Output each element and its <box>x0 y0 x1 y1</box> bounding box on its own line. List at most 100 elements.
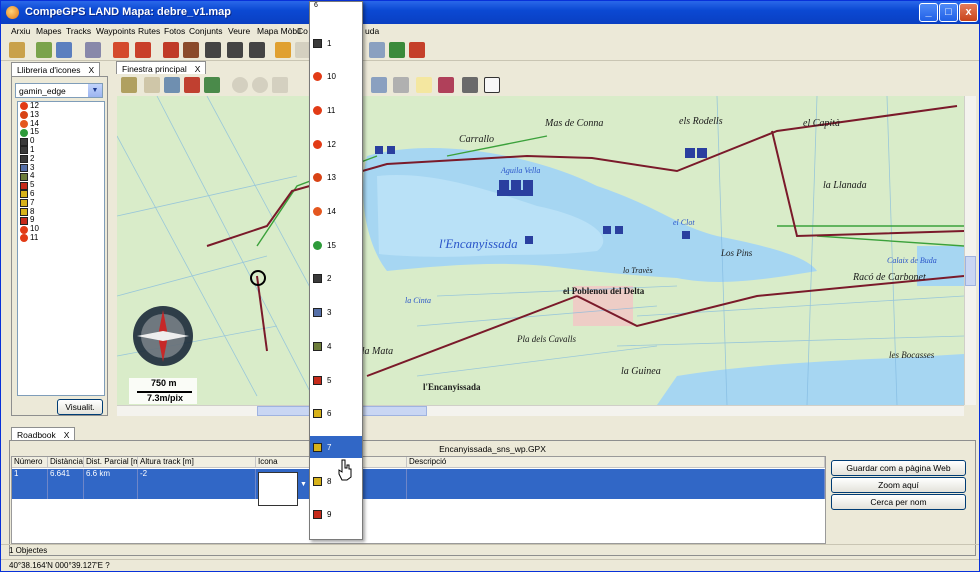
waypoint-symbol-icon <box>313 442 322 452</box>
route-icon[interactable] <box>163 42 179 58</box>
dropdown-item[interactable]: 8 <box>310 470 362 492</box>
track-send-icon[interactable] <box>409 42 425 58</box>
tab-main-window-close[interactable]: X <box>195 64 201 74</box>
open-icon[interactable] <box>9 42 25 58</box>
menu-waypoints[interactable]: Waypoints <box>96 26 135 36</box>
column-header[interactable]: Distància <box>48 457 84 468</box>
cell-descripcio[interactable] <box>407 469 825 499</box>
dropdown-item[interactable]: 3 <box>310 302 362 324</box>
dropdown-item[interactable]: 12 <box>310 133 362 155</box>
menu-tracks[interactable]: Tracks <box>66 26 91 36</box>
map-label: el Capità <box>803 118 840 129</box>
pause-icon[interactable] <box>249 42 265 58</box>
icon-combo[interactable] <box>258 472 298 506</box>
close-button[interactable]: x <box>959 3 978 22</box>
zoom-in-icon[interactable] <box>252 77 268 93</box>
dropdown-item[interactable]: 2 <box>310 268 362 290</box>
cell-icona[interactable]: ▼ <box>256 469 310 506</box>
track-list-icon[interactable] <box>135 42 151 58</box>
column-header[interactable]: Icona <box>256 457 310 468</box>
cell-numero[interactable]: 1 <box>12 469 48 499</box>
menu-mapa-mobil[interactable]: Mapa Mòbil <box>257 26 301 36</box>
photo-icon[interactable] <box>275 42 291 58</box>
main-toolbar <box>1 39 979 61</box>
minimize-button[interactable]: _ <box>919 3 938 22</box>
column-header[interactable]: Descripció <box>407 457 825 468</box>
pin-icon[interactable] <box>184 77 200 93</box>
menu-fotos[interactable]: Fotos <box>164 26 185 36</box>
map-icon[interactable] <box>204 77 220 93</box>
zoom-100-icon[interactable] <box>121 77 137 93</box>
dropdown-item[interactable]: 9 <box>310 504 362 526</box>
waypoint-symbol-icon <box>20 207 28 216</box>
waypoint-icon[interactable] <box>36 42 52 58</box>
camera-icon[interactable] <box>462 77 478 93</box>
tab-roadbook[interactable]: Roadbook X <box>11 427 76 441</box>
document-icon[interactable] <box>484 77 500 93</box>
waypoint-list-icon[interactable] <box>56 42 72 58</box>
chevron-down-icon[interactable]: ▼ <box>300 481 308 493</box>
tab-roadbook-close[interactable]: X <box>64 430 70 440</box>
dropdown-item[interactable]: 14 <box>310 201 362 223</box>
waypoint-edit-icon[interactable] <box>85 42 101 58</box>
vertical-scroll-thumb[interactable] <box>965 256 976 286</box>
route-list-icon[interactable] <box>183 42 199 58</box>
menu-rutes[interactable]: Rutes <box>138 26 160 36</box>
dropdown-item[interactable]: 7 <box>310 436 362 459</box>
map-horizontal-scrollbar[interactable] <box>117 405 964 416</box>
icon-list[interactable]: 12 13 14 15 0 1 2 3 4 5 6 7 8 9 10 11 <box>17 101 105 396</box>
stop-icon[interactable] <box>205 42 221 58</box>
dropdown-item[interactable]: 13 <box>310 167 362 189</box>
hand-pan-icon[interactable] <box>144 77 160 93</box>
cell-parcial[interactable]: 6.6 km <box>84 469 138 499</box>
menu-mapes[interactable]: Mapes <box>36 26 62 36</box>
track-icon[interactable] <box>113 42 129 58</box>
column-header[interactable]: Altura track [m] <box>138 457 256 468</box>
icon-list-item[interactable]: 11 <box>18 233 104 243</box>
dropdown-item[interactable]: 11 <box>310 99 362 121</box>
map-vertical-scrollbar[interactable] <box>964 96 976 405</box>
zoom-out-icon[interactable] <box>232 77 248 93</box>
dropdown-item-label: 5 <box>327 375 332 385</box>
chevron-down-icon[interactable]: ▼ <box>88 84 102 97</box>
tab-icon-library-close[interactable]: X <box>89 65 95 75</box>
tab-main-window[interactable]: Finestra principal X <box>116 61 207 75</box>
download-icon[interactable] <box>389 42 405 58</box>
gps-icon[interactable] <box>369 42 385 58</box>
menu-co[interactable]: Co <box>297 26 308 36</box>
zoom-here-button[interactable]: Zoom aquí <box>831 477 966 493</box>
map-canvas[interactable]: Carrallo Mas de Conna els Rodells el Cap… <box>117 96 964 405</box>
save-web-button[interactable]: Guardar com a pàgina Web <box>831 460 966 476</box>
map-label: el Poblenou del Delta <box>563 286 645 296</box>
menu-ajuda[interactable]: uda <box>365 26 379 36</box>
dropdown-item[interactable]: 5 <box>310 369 362 391</box>
menu-veure[interactable]: Veure <box>228 26 250 36</box>
print-icon[interactable] <box>371 77 387 93</box>
cell-distancia[interactable]: 6.641 <box>48 469 84 499</box>
dropdown-item[interactable]: 10 <box>310 66 362 88</box>
dropdown-item[interactable]: 1 <box>310 32 362 54</box>
rotate-icon[interactable] <box>272 77 288 93</box>
visualize-button[interactable]: Visualit. <box>57 399 103 415</box>
icon-dropdown-list[interactable]: 6 1 10 11 12 13 14 15 2 3 4 5 6 7 8 9 <box>309 1 363 540</box>
roadbook-table[interactable]: Número Distància Dist. Parcial [m] Altur… <box>11 456 826 544</box>
library-select[interactable]: gamin_edge ▼ <box>15 83 103 98</box>
waypoint-add-icon[interactable] <box>393 77 409 93</box>
cell-altura[interactable]: -2 <box>138 469 256 499</box>
draw-icon[interactable] <box>438 77 454 93</box>
map-drawing[interactable] <box>117 96 964 405</box>
column-header[interactable]: Dist. Parcial [m] <box>84 457 138 468</box>
column-header[interactable]: Número <box>12 457 48 468</box>
dropdown-item[interactable]: 6 <box>310 403 362 425</box>
dropdown-item[interactable]: 4 <box>310 335 362 357</box>
layers-icon[interactable] <box>164 77 180 93</box>
note-icon[interactable] <box>416 77 432 93</box>
coordinates-status: 40°38.164'N 000°39.127'E ? <box>1 559 979 571</box>
menu-arxiu[interactable]: Arxiu <box>11 26 30 36</box>
play-icon[interactable] <box>227 42 243 58</box>
maximize-button[interactable]: □ <box>939 3 958 22</box>
tab-icon-library[interactable]: Llibreria d'icones X <box>11 62 101 76</box>
dropdown-item[interactable]: 15 <box>310 234 362 256</box>
menu-conjunts[interactable]: Conjunts <box>189 26 223 36</box>
search-name-button[interactable]: Cerca per nom <box>831 494 966 510</box>
